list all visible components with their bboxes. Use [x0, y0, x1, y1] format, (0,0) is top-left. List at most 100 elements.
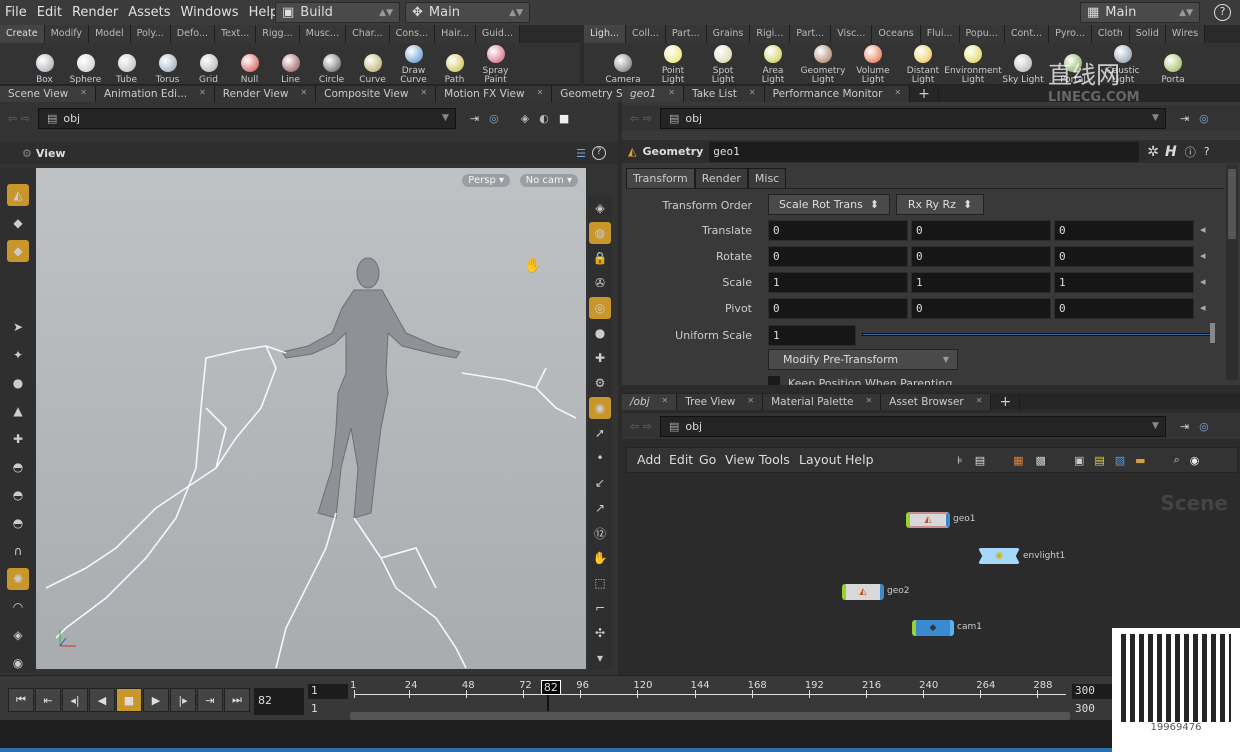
help-icon[interactable]: ?: [1204, 145, 1210, 158]
uniform-scale-slider[interactable]: [862, 333, 1212, 336]
pin-icon[interactable]: ⇥: [470, 112, 479, 125]
shelf-tab[interactable]: Visc...: [831, 25, 873, 43]
close-icon[interactable]: ✕: [894, 88, 901, 100]
pane-tab[interactable]: Composite View ✕: [316, 86, 437, 102]
pin-icon[interactable]: ⇥: [1180, 112, 1189, 125]
shelf-tab[interactable]: Grains: [706, 25, 751, 43]
handle-icon[interactable]: ◂: [1200, 223, 1206, 236]
network-menu-item[interactable]: Layout: [799, 452, 842, 467]
current-frame-marker[interactable]: 82: [540, 680, 561, 695]
menu-edit[interactable]: Edit: [32, 5, 67, 20]
pane-tab[interactable]: Material Palette ✕: [763, 394, 882, 410]
shelf-tab[interactable]: Model: [89, 25, 131, 43]
shelf-tab[interactable]: Musc...: [299, 25, 347, 43]
shelf-tool[interactable]: Box: [24, 54, 65, 85]
asset-icon[interactable]: ▬: [1135, 454, 1145, 467]
node-envlight1[interactable]: ◉: [978, 548, 1020, 564]
pane-tab[interactable]: Asset Browser ✕: [881, 394, 992, 410]
close-icon[interactable]: ✕: [662, 396, 669, 408]
pane-tab[interactable]: Render View ✕: [214, 86, 317, 102]
network-box-icon[interactable]: ▣: [1074, 454, 1084, 467]
shelf-tool[interactable]: Spray Paint: [475, 45, 516, 85]
persp-menu[interactable]: Persp ▾: [462, 174, 510, 187]
path-field[interactable]: ▤ obj ▼: [37, 107, 456, 129]
shelf-tab[interactable]: Defo...: [170, 25, 215, 43]
shelf-tool[interactable]: Null: [229, 54, 270, 85]
handle-icon[interactable]: ◂: [1200, 249, 1206, 262]
shelf-tool[interactable]: Circle: [311, 54, 352, 85]
context-dropdown[interactable]: ✥ Main ▲▼: [405, 2, 530, 23]
search-icon[interactable]: ⌕: [1174, 453, 1180, 467]
jump-end-button[interactable]: ⏭: [224, 688, 250, 712]
shelf-tool[interactable]: Camera: [598, 54, 648, 85]
display-options-icon[interactable]: ◈: [521, 112, 529, 125]
viewport-tool-icon[interactable]: ◓: [7, 484, 29, 506]
handle-icon[interactable]: ◂: [1200, 275, 1206, 288]
tab-render[interactable]: Render: [694, 168, 748, 189]
shelf-tab[interactable]: Popu...: [959, 25, 1005, 43]
handle-icon[interactable]: ◂: [1200, 301, 1206, 314]
param-field[interactable]: 0: [911, 246, 1051, 267]
shelf-tool[interactable]: Distant Light: [898, 45, 948, 85]
play-button[interactable]: ▶: [143, 688, 169, 712]
shelf-tab[interactable]: Poly...: [130, 25, 171, 43]
view-options-icon[interactable]: ☰: [576, 147, 586, 160]
shelf-tool[interactable]: Grid: [188, 54, 229, 85]
display-tool-icon[interactable]: ↙: [589, 472, 611, 494]
viewport-tool-icon[interactable]: ∩: [7, 540, 29, 562]
shelf-tab[interactable]: Ligh...: [584, 25, 627, 43]
current-frame-field[interactable]: 82: [254, 688, 304, 715]
step-back-button[interactable]: ◂|: [62, 688, 88, 712]
eye-icon[interactable]: ◉: [1190, 454, 1200, 467]
camera-menu[interactable]: No cam ▾: [519, 174, 578, 187]
shelf-tab[interactable]: Pyro...: [1049, 25, 1092, 43]
shelf-tool[interactable]: Curve: [352, 54, 393, 85]
pane-tab[interactable]: Animation Edi... ✕: [95, 86, 215, 102]
shelf-tool[interactable]: Environment Light: [944, 45, 1002, 85]
param-scrollbar[interactable]: [1226, 165, 1238, 380]
shelf-tool[interactable]: Line: [270, 54, 311, 85]
view-help-icon[interactable]: ?: [592, 146, 606, 160]
shelf-tab[interactable]: Coll...: [626, 25, 666, 43]
path-field[interactable]: ▤ obj ▼: [659, 107, 1166, 129]
param-field[interactable]: 0: [1054, 298, 1194, 319]
sticky-note-icon[interactable]: ▤: [1094, 454, 1104, 467]
background-image-icon[interactable]: ▧: [1115, 454, 1125, 467]
desktop-dropdown[interactable]: ▣ Build ▲▼: [275, 2, 400, 23]
pane-tab[interactable]: Performance Monitor ✕: [764, 86, 911, 102]
shelf-tab[interactable]: Solid: [1129, 25, 1166, 43]
display-tool-icon[interactable]: ✣: [589, 622, 611, 644]
display-tool-icon[interactable]: ✇: [589, 272, 611, 294]
network-menu-item[interactable]: Add: [637, 452, 661, 467]
node-name-field[interactable]: geo1: [709, 141, 1140, 162]
close-icon[interactable]: ✕: [865, 396, 872, 408]
pane-tab[interactable]: geo1 ✕: [622, 86, 684, 102]
viewport[interactable]: Persp ▾ No cam ▾ ✋: [36, 168, 586, 669]
network-menu-item[interactable]: Help: [845, 452, 874, 467]
shelf-tab[interactable]: Cont...: [1004, 25, 1050, 43]
node-geo2[interactable]: ◭: [842, 584, 884, 600]
viewport-tool-icon[interactable]: ▲: [7, 400, 29, 422]
network-menu-item[interactable]: Edit: [669, 452, 693, 467]
keep-position-checkbox[interactable]: [768, 376, 780, 385]
close-icon[interactable]: ✕: [668, 88, 675, 100]
uniform-scale-field[interactable]: 1: [768, 325, 856, 346]
range-slider[interactable]: [350, 712, 1070, 720]
back-forward-icon[interactable]: ⇦ ⇨: [622, 112, 660, 125]
display-tool-icon[interactable]: •: [589, 447, 611, 469]
shelf-tab[interactable]: Modify: [44, 25, 90, 43]
shelf-tab[interactable]: Create: [0, 25, 45, 43]
display-tool-icon[interactable]: ◈: [589, 197, 611, 219]
range-end-field[interactable]: 300: [1072, 702, 1098, 715]
display-tool-icon[interactable]: 🔒: [589, 247, 611, 269]
pane-tab[interactable]: Tree View ✕: [677, 394, 764, 410]
gear-icon[interactable]: ✲: [1147, 144, 1159, 160]
link-icon[interactable]: ◎: [1199, 112, 1209, 125]
background-icon[interactable]: ■: [559, 112, 569, 125]
param-field[interactable]: 0: [768, 220, 908, 241]
shelf-tab[interactable]: Text...: [214, 25, 257, 43]
houdini-help-icon[interactable]: H: [1165, 144, 1177, 160]
display-tool-icon[interactable]: ▾: [589, 647, 611, 669]
pane-tab[interactable]: Motion FX View ✕: [436, 86, 553, 102]
pane-tab[interactable]: /obj ✕: [622, 394, 678, 410]
